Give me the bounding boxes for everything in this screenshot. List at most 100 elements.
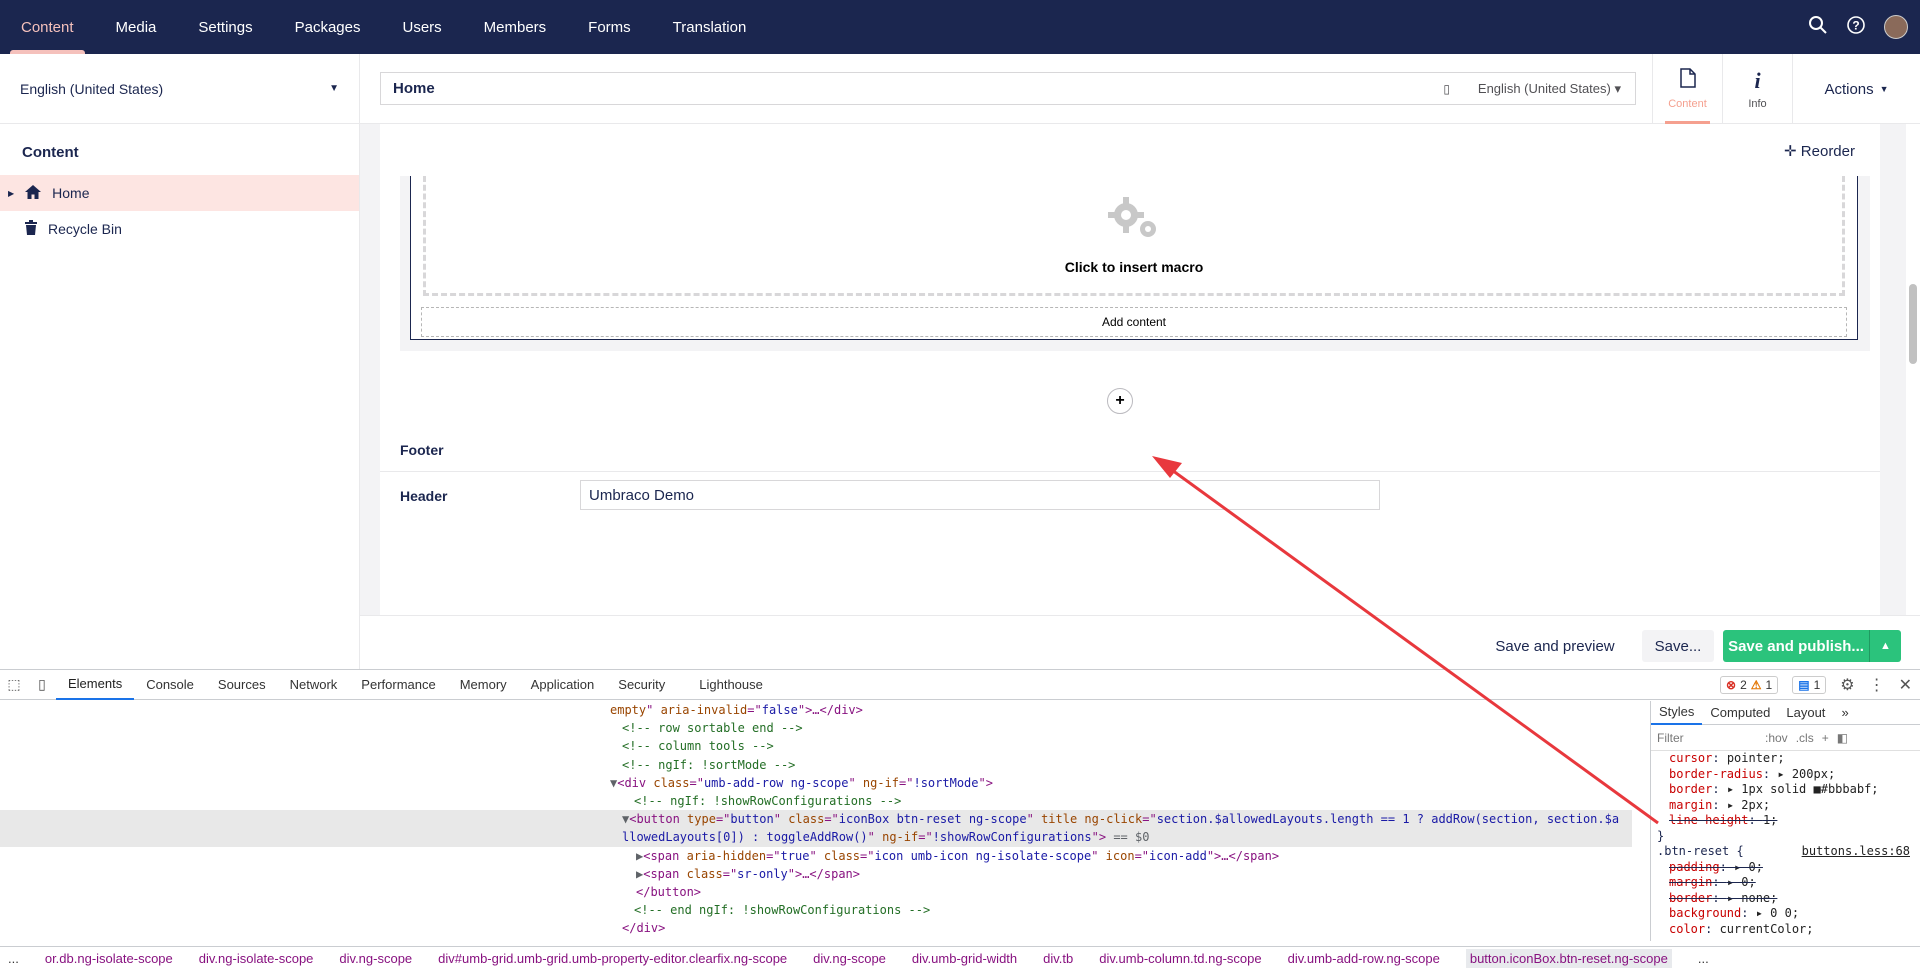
devtools-tab-application[interactable]: Application (519, 670, 607, 700)
nav-packages[interactable]: Packages (274, 0, 382, 54)
add-row-button[interactable]: + (1107, 388, 1133, 414)
breadcrumb-item-selected[interactable]: button.iconBox.btn-reset.ng-scope (1465, 949, 1672, 968)
issues-badge[interactable]: ⊗ 2 ⚠ 1 (1720, 676, 1779, 694)
settings-gear-icon[interactable]: ⚙ (1840, 675, 1854, 695)
more-tabs-icon[interactable]: » (1833, 701, 1856, 725)
actions-dropdown[interactable]: Actions ▼ (1792, 54, 1920, 124)
tree-item-recycle-bin[interactable]: Recycle Bin (0, 211, 359, 247)
nav-translation[interactable]: Translation (652, 0, 768, 54)
css-declaration-overridden[interactable]: padding: ▸ 0; (1651, 860, 1920, 876)
styles-tab-layout[interactable]: Layout (1778, 701, 1833, 725)
device-toolbar-icon[interactable]: ▯ (28, 676, 56, 693)
styles-tab-styles[interactable]: Styles (1651, 701, 1703, 725)
dom-line[interactable]: ▶<span class="sr-only">…</span> (0, 865, 1632, 883)
breadcrumb-item[interactable]: ... (1698, 951, 1709, 966)
dom-line[interactable]: ▶<span aria-hidden="true" class="icon um… (0, 847, 1632, 865)
header-property-input[interactable]: Umbraco Demo (580, 480, 1380, 510)
lock-icon[interactable]: ▯ (1443, 82, 1450, 96)
save-and-publish-button[interactable]: Save and publish... (1723, 630, 1869, 662)
css-declaration-overridden[interactable]: line-height: 1; (1651, 813, 1920, 829)
search-icon[interactable] (1808, 15, 1828, 40)
dom-line-selected[interactable]: ▼<button type="button" class="iconBox bt… (0, 810, 1632, 829)
css-rule-selector[interactable]: .btn-reset {buttons.less:68 (1651, 844, 1920, 860)
hover-state-toggle[interactable]: :hov (1765, 731, 1788, 745)
dom-line[interactable]: </button> (0, 883, 1632, 901)
css-declaration[interactable]: margin: ▸ 2px; (1651, 798, 1920, 814)
new-rule-icon[interactable]: + (1822, 731, 1829, 745)
more-options-icon[interactable]: ⋮ (1869, 675, 1885, 695)
breadcrumb-item[interactable]: or.db.ng-isolate-scope (45, 951, 173, 966)
class-toggle[interactable]: .cls (1796, 731, 1814, 745)
dom-line[interactable]: <!-- ngIf: !sortMode --> (0, 756, 1632, 774)
devtools-tab-console[interactable]: Console (134, 670, 206, 700)
breadcrumb-item[interactable]: div#umb-grid.umb-grid.umb-property-edito… (438, 951, 787, 966)
dom-line[interactable]: <!-- end ngIf: !showRowConfigurations --… (0, 901, 1632, 919)
nav-members[interactable]: Members (463, 0, 568, 54)
editor-scroll-area[interactable]: ✛ Reorder Click to insert macro Add cont… (360, 124, 1920, 669)
devtools-tab-security[interactable]: Security (606, 670, 677, 700)
save-and-preview-button[interactable]: Save and preview (1490, 630, 1620, 662)
toggle-sidebar-icon[interactable]: ◧ (1837, 731, 1848, 745)
nav-media[interactable]: Media (95, 0, 178, 54)
breadcrumb-item[interactable]: div.umb-grid-width (912, 951, 1017, 966)
devtools-tab-sources[interactable]: Sources (206, 670, 278, 700)
variant-language-selector[interactable]: English (United States) ▾ (1478, 81, 1621, 97)
footer-group-title: Footer (380, 428, 1880, 472)
nav-settings[interactable]: Settings (177, 0, 273, 54)
avatar[interactable] (1884, 15, 1908, 39)
inspect-element-icon[interactable]: ⬚ (0, 676, 28, 693)
devtools-tab-memory[interactable]: Memory (448, 670, 519, 700)
dom-tree[interactable]: empty" aria-invalid="false">…</div> <!--… (0, 701, 1632, 941)
node-name-input[interactable]: Home ▯ English (United States) ▾ (380, 72, 1636, 105)
save-button[interactable]: Save... (1642, 630, 1714, 662)
expand-caret-icon[interactable]: ▶ (8, 189, 14, 198)
actions-label: Actions (1824, 80, 1874, 98)
css-source-link[interactable]: buttons.less:68 (1802, 844, 1910, 860)
devtools-tab-elements[interactable]: Elements (56, 670, 135, 700)
breadcrumb-item[interactable]: div.ng-scope (813, 951, 886, 966)
publish-options-caret-icon[interactable]: ▲ (1869, 630, 1901, 662)
insert-macro-placeholder[interactable]: Click to insert macro (423, 176, 1845, 296)
scrollbar-thumb[interactable] (1909, 284, 1917, 364)
css-declaration[interactable]: border: ▸ 1px solid ■#bbbabf; (1651, 782, 1920, 798)
add-content-button[interactable]: Add content (421, 307, 1847, 337)
help-icon[interactable]: ? (1846, 15, 1866, 40)
nav-forms[interactable]: Forms (567, 0, 652, 54)
tab-info[interactable]: i Info (1722, 54, 1792, 124)
breadcrumb-item[interactable]: div.tb (1043, 951, 1073, 966)
editor-scrollbar[interactable] (1906, 124, 1920, 669)
styles-pane: Styles Computed Layout » Filter :hov .cl… (1650, 701, 1920, 941)
styles-filter-input[interactable]: Filter (1657, 731, 1757, 745)
nav-content[interactable]: Content (0, 0, 95, 54)
dom-line[interactable]: empty" aria-invalid="false">…</div> (0, 701, 1632, 719)
css-declaration-overridden[interactable]: border: ▸ none; (1651, 891, 1920, 907)
css-declaration[interactable]: color: currentColor; (1651, 922, 1920, 938)
devtools-tab-lighthouse[interactable]: Lighthouse (677, 670, 775, 700)
language-selector[interactable]: English (United States) ▼ (0, 54, 359, 124)
breadcrumb-item[interactable]: div.ng-isolate-scope (199, 951, 314, 966)
dom-line[interactable]: <!-- ngIf: !showRowConfigurations --> (0, 792, 1632, 810)
tab-content[interactable]: Content (1652, 54, 1722, 124)
breadcrumb-item[interactable]: ... (8, 951, 19, 966)
close-icon[interactable]: ✕ (1899, 675, 1912, 695)
messages-badge[interactable]: ▤ 1 (1792, 676, 1827, 694)
dom-line[interactable]: ▼<div class="umb-add-row ng-scope" ng-if… (0, 774, 1632, 792)
dom-line[interactable]: <!-- row sortable end --> (0, 719, 1632, 737)
css-declaration[interactable]: background: ▸ 0 0; (1651, 906, 1920, 922)
css-declaration[interactable]: border-radius: ▸ 200px; (1651, 767, 1920, 783)
nav-users[interactable]: Users (381, 0, 462, 54)
dom-line[interactable]: </div> (0, 919, 1632, 937)
tree-item-home[interactable]: ▶ Home (0, 175, 359, 211)
reorder-button[interactable]: ✛ Reorder (1784, 142, 1855, 160)
devtools-tab-performance[interactable]: Performance (349, 670, 447, 700)
css-declaration-overridden[interactable]: margin: ▸ 0; (1651, 875, 1920, 891)
dom-line-selected[interactable]: llowedLayouts[0]) : toggleAddRow()" ng-i… (0, 828, 1632, 847)
breadcrumb-item[interactable]: div.umb-column.td.ng-scope (1099, 951, 1261, 966)
breadcrumb-item[interactable]: div.ng-scope (339, 951, 412, 966)
css-declaration[interactable]: cursor: pointer; (1651, 751, 1920, 767)
breadcrumb-item[interactable]: div.umb-add-row.ng-scope (1288, 951, 1440, 966)
devtools-tab-network[interactable]: Network (278, 670, 350, 700)
styles-tab-computed[interactable]: Computed (1702, 701, 1778, 725)
message-count: 1 (1813, 678, 1821, 692)
dom-line[interactable]: <!-- column tools --> (0, 737, 1632, 755)
